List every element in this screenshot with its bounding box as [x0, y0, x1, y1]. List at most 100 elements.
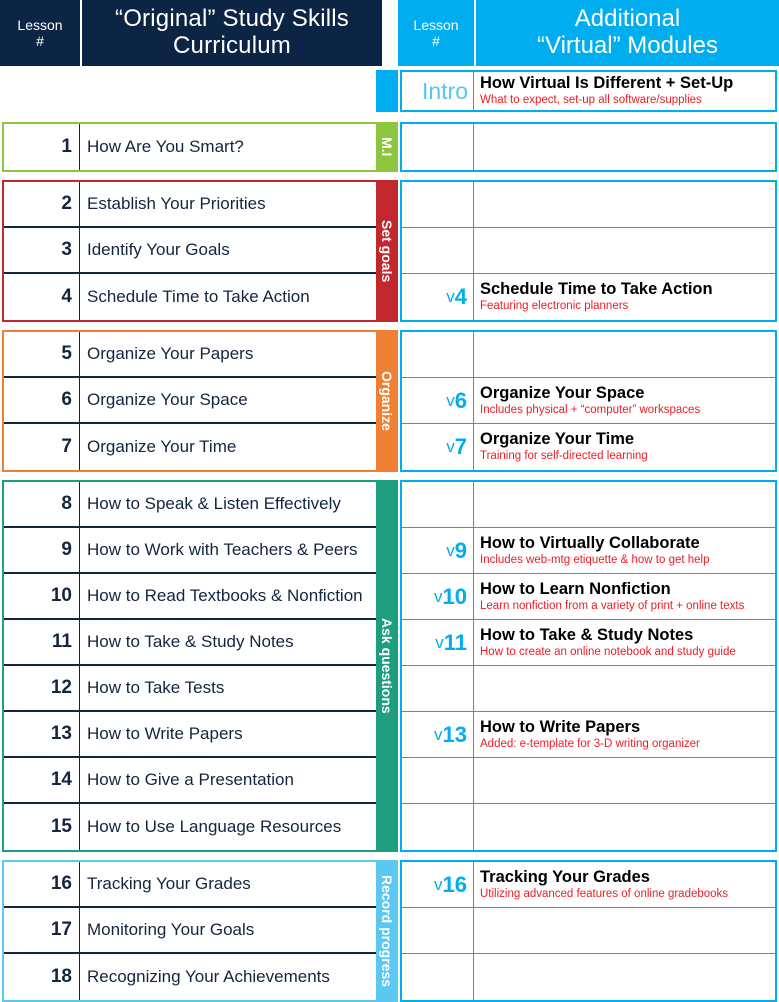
- lesson-row[interactable]: 5 Organize Your Papers: [4, 332, 394, 378]
- header-left-title: “Original” Study Skills Curriculum: [82, 0, 382, 66]
- lesson-group-3: 5 Organize Your Papers 6 Organize Your Spac…: [2, 330, 396, 472]
- virtual-prefix: v: [435, 632, 444, 652]
- lesson-row[interactable]: 18 Recognizing Your Achievements: [4, 954, 394, 1000]
- virtual-prefix: v: [434, 586, 443, 606]
- virtual-lesson-number: v7: [402, 424, 474, 470]
- header-right-title: Additional “Virtual” Modules: [476, 0, 779, 66]
- category-band-label: Record progress: [379, 874, 395, 988]
- lesson-number: 18: [4, 954, 80, 1000]
- virtual-lesson-number: [402, 954, 474, 1000]
- lesson-row[interactable]: 17 Monitoring Your Goals: [4, 908, 394, 954]
- category-band-label: Ask questions: [379, 618, 395, 714]
- lesson-row[interactable]: 6 Organize Your Space: [4, 378, 394, 424]
- virtual-title: Organize Your Time: [480, 430, 635, 449]
- curriculum-comparison-chart: Lesson # “Original” Study Skills Curricu…: [0, 0, 779, 1002]
- lesson-row[interactable]: 2 Establish Your Priorities: [4, 182, 394, 228]
- header-left-lesson-word: Lesson #: [17, 16, 63, 49]
- lesson-row[interactable]: 3 Identify Your Goals: [4, 228, 394, 274]
- virtual-text: [474, 954, 775, 1000]
- lesson-group-5: 16 Tracking Your Grades 17 Monitoring Your …: [2, 860, 396, 1002]
- virtual-row[interactable]: v 16 Tracking Your Grades Utilizing advance…: [402, 862, 775, 908]
- lesson-row[interactable]: 7 Organize Your Time: [4, 424, 394, 470]
- lesson-number: 17: [4, 908, 80, 952]
- lesson-title: How Are You Smart?: [87, 137, 244, 156]
- virtual-text: Schedule Time to Take Action Featuring el…: [474, 274, 775, 320]
- virtual-lesson-number: v6: [402, 378, 474, 423]
- virtual-text: [474, 804, 775, 850]
- lesson-row[interactable]: 9 How to Work with Teachers & Peers: [4, 528, 394, 574]
- lesson-group-4: 8 How to Speak & Listen Effectively 9 How t…: [2, 480, 396, 852]
- intro-number: Intro: [402, 72, 474, 110]
- virtual-text: [474, 332, 775, 377]
- virtual-subtitle: Includes physical + “computer” workspace…: [480, 403, 701, 416]
- virtual-text: Organize Your Space Includes physical + “…: [474, 378, 775, 423]
- lesson-row[interactable]: 13 How to Write Papers: [4, 712, 394, 758]
- lesson-title: Organize Your Papers: [87, 344, 254, 363]
- virtual-text: [474, 124, 775, 170]
- virtual-row: [402, 954, 775, 1000]
- category-band-4: Ask questions: [376, 480, 398, 852]
- lesson-title: How to Work with Teachers & Peers: [87, 540, 358, 559]
- lesson-row[interactable]: 12 How to Take Tests: [4, 666, 394, 712]
- lesson-title: How to Use Language Resources: [87, 817, 342, 836]
- intro-band: [376, 70, 398, 112]
- virtual-lesson-number: [402, 124, 474, 170]
- virtual-text: Tracking Your Grades Utilizing advanced f…: [474, 862, 775, 907]
- virtual-group-1: [400, 122, 777, 172]
- lesson-rows: 1 How Are You Smart?: [4, 124, 394, 170]
- lesson-number: 5: [4, 332, 80, 376]
- virtual-number: 10: [442, 583, 467, 609]
- header-virtual-modules: Lesson # Additional “Virtual” Modules: [398, 0, 779, 66]
- lesson-group-1: 1 How Are You Smart?: [2, 122, 396, 172]
- virtual-text: [474, 482, 775, 527]
- virtual-title: Schedule Time to Take Action: [480, 280, 713, 299]
- lesson-title: Schedule Time to Take Action: [87, 287, 310, 306]
- virtual-text: How to Learn Nonfiction Learn nonfiction …: [474, 574, 775, 619]
- category-band-label: Set goals: [379, 219, 395, 283]
- lesson-row[interactable]: 11 How to Take & Study Notes: [4, 620, 394, 666]
- virtual-title: How to Write Papers: [480, 717, 641, 736]
- lesson-row[interactable]: 15 How to Use Language Resources: [4, 804, 394, 850]
- lesson-number: 13: [4, 712, 80, 756]
- virtual-row[interactable]: v 11 How to Take & Study Notes How to creat…: [402, 620, 775, 666]
- virtual-title: Organize Your Space: [480, 383, 645, 402]
- lesson-row[interactable]: 10 How to Read Textbooks & Nonfiction: [4, 574, 394, 620]
- lesson-number: 8: [4, 482, 80, 526]
- lesson-title: Recognizing Your Achievements: [87, 967, 330, 986]
- virtual-lesson-number: [402, 332, 474, 377]
- virtual-row[interactable]: v 7 Organize Your Time Training for self-di…: [402, 424, 775, 470]
- virtual-row[interactable]: v 13 How to Write Papers Added: e-template …: [402, 712, 775, 758]
- header-left-title-line2: Curriculum: [172, 32, 291, 59]
- virtual-lesson-number: [402, 758, 474, 803]
- virtual-group-3: v 6 Organize Your Space Includes physical +…: [400, 330, 777, 472]
- lesson-title: How to Speak & Listen Effectively: [87, 494, 341, 513]
- lesson-row[interactable]: 14 How to Give a Presentation: [4, 758, 394, 804]
- virtual-row[interactable]: v 10 How to Learn Nonfiction Learn nonficti…: [402, 574, 775, 620]
- lesson-title: Monitoring Your Goals: [87, 920, 255, 939]
- virtual-row[interactable]: v 9 How to Virtually Collaborate Includes w…: [402, 528, 775, 574]
- virtual-row[interactable]: v 6 Organize Your Space Includes physical +…: [402, 378, 775, 424]
- virtual-subtitle: Featuring electronic planners: [480, 300, 629, 313]
- virtual-text: [474, 228, 775, 273]
- header-left-title-line1: “Original” Study Skills: [115, 5, 349, 33]
- lesson-number: 9: [4, 528, 80, 572]
- intro-text: How Virtual Is Different + Set-Up What t…: [474, 72, 775, 110]
- virtual-subtitle: Learn nonfiction from a variety of print…: [480, 599, 745, 612]
- virtual-prefix: v: [446, 437, 455, 456]
- lesson-row[interactable]: 1 How Are You Smart?: [4, 124, 394, 170]
- virtual-prefix: v: [446, 287, 455, 306]
- virtual-text: How to Write Papers Added: e-template for…: [474, 712, 775, 757]
- virtual-lesson-number: [402, 182, 474, 227]
- lesson-number: 10: [4, 574, 80, 618]
- lesson-rows: 5 Organize Your Papers 6 Organize Your Spac…: [4, 332, 394, 470]
- lesson-number: 6: [4, 378, 80, 422]
- virtual-lesson-number: v 16: [402, 862, 474, 907]
- lesson-title: How to Write Papers: [87, 724, 243, 743]
- lesson-row[interactable]: 16 Tracking Your Grades: [4, 862, 394, 908]
- header-right-title-line2: “Virtual” Modules: [537, 32, 718, 59]
- lesson-row[interactable]: 4 Schedule Time to Take Action: [4, 274, 394, 320]
- virtual-subtitle: Added: e-template for 3-D writing organi…: [480, 737, 700, 750]
- lesson-row[interactable]: 8 How to Speak & Listen Effectively: [4, 482, 394, 528]
- lesson-number: 7: [4, 424, 80, 470]
- virtual-row[interactable]: v 4 Schedule Time to Take Action Featuring …: [402, 274, 775, 320]
